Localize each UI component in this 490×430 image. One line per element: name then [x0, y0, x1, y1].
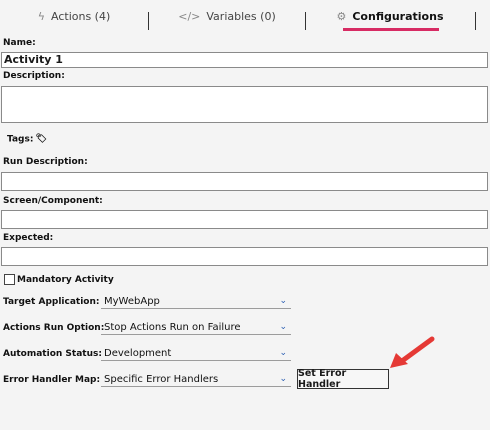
description-input[interactable] [1, 86, 488, 123]
gear-icon: ⚙ [336, 10, 347, 23]
target-application-value: MyWebApp [104, 296, 160, 307]
chevron-down-icon: ⌄ [279, 348, 287, 358]
target-application-select[interactable]: MyWebApp ⌄ [101, 294, 291, 309]
automation-status-select[interactable]: Development ⌄ [101, 346, 291, 361]
automation-status-value: Development [104, 348, 172, 359]
run-description-input[interactable] [1, 172, 488, 191]
set-error-handler-button[interactable]: Set Error Handler [297, 368, 389, 390]
chevron-down-icon: ⌄ [279, 374, 287, 384]
screen-component-input[interactable] [1, 210, 488, 229]
expected-label: Expected: [3, 233, 54, 243]
tab-variables-label: Variables (0) [206, 10, 276, 23]
actions-run-option-label: Actions Run Option: [3, 323, 105, 333]
tag-icon[interactable]: 🏷 [35, 134, 46, 144]
tab-bar: ϟ Actions (4) </> Variables (0) ⚙ Config… [0, 0, 490, 33]
tab-actions-label: Actions (4) [51, 10, 111, 23]
error-handler-map-value: Specific Error Handlers [104, 374, 219, 385]
tab-divider [475, 12, 476, 30]
annotation-arrow-icon [390, 336, 435, 368]
actions-run-option-value: Stop Actions Run on Failure [104, 322, 241, 333]
mandatory-label: Mandatory Activity [17, 275, 114, 285]
bolt-icon: ϟ [37, 10, 45, 23]
target-application-label: Target Application: [3, 297, 100, 307]
name-label: Name: [3, 38, 36, 48]
run-description-label: Run Description: [3, 157, 88, 167]
tab-configurations-label: Configurations [352, 10, 444, 23]
chevron-down-icon: ⌄ [279, 296, 287, 306]
code-icon: </> [178, 10, 201, 23]
error-handler-map-select[interactable]: Specific Error Handlers ⌄ [101, 372, 291, 387]
actions-run-option-select[interactable]: Stop Actions Run on Failure ⌄ [101, 320, 291, 335]
mandatory-checkbox[interactable] [4, 274, 15, 285]
error-handler-map-label: Error Handler Map: [3, 375, 101, 385]
tab-variables[interactable]: </> Variables (0) [150, 0, 304, 33]
chevron-down-icon: ⌄ [279, 322, 287, 332]
tab-divider [148, 12, 149, 30]
automation-status-label: Automation Status: [3, 349, 102, 359]
name-input[interactable]: Activity 1 [1, 52, 488, 68]
screen-component-label: Screen/Component: [3, 196, 103, 206]
active-tab-underline [343, 28, 439, 31]
tags-label-text: Tags: [7, 134, 34, 145]
description-label: Description: [3, 71, 65, 81]
expected-input[interactable] [1, 247, 488, 266]
tags-label: Tags: 🏷 [7, 134, 47, 145]
tab-actions[interactable]: ϟ Actions (4) [0, 0, 148, 33]
